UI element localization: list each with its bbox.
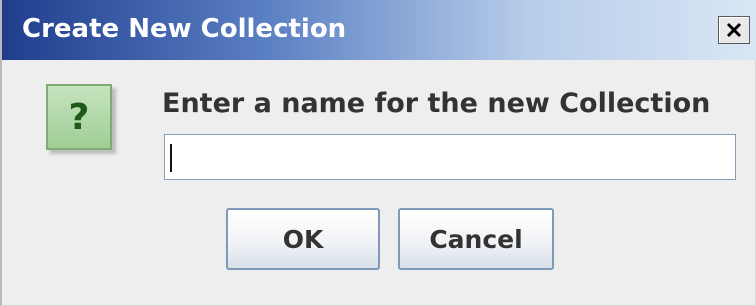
close-icon [726, 22, 742, 38]
cancel-button[interactable]: Cancel [398, 208, 554, 270]
ok-button[interactable]: OK [226, 208, 380, 270]
close-button[interactable] [718, 16, 750, 44]
question-icon: ? [46, 84, 112, 150]
collection-name-input[interactable] [164, 134, 736, 180]
title-bar[interactable]: Create New Collection [2, 0, 756, 60]
create-collection-dialog: Create New Collection ? Enter a name for… [0, 0, 756, 306]
text-caret [170, 144, 172, 172]
dialog-title: Create New Collection [22, 14, 347, 44]
question-mark-glyph: ? [68, 96, 90, 138]
prompt-label: Enter a name for the new Collection [162, 88, 711, 119]
